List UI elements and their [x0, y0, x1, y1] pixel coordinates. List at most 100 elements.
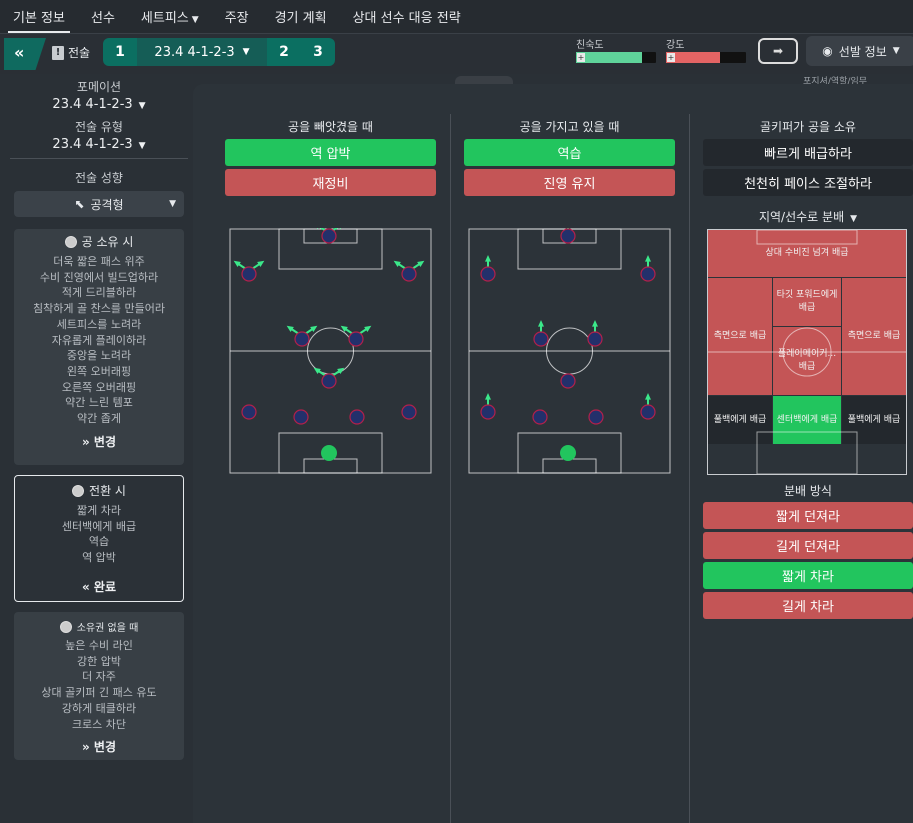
- distribution-method-title: 분배 방식: [784, 484, 832, 498]
- tab-basic-info[interactable]: 기본 정보: [0, 0, 78, 33]
- instruction-item: 역 압박: [82, 551, 116, 565]
- short-throw-button[interactable]: 짧게 던져라: [703, 502, 913, 529]
- instruction-item: 강한 압박: [77, 654, 121, 668]
- player-marker: [241, 266, 257, 282]
- in-transition-done-button[interactable]: « 완료: [15, 578, 183, 595]
- out-of-possession-change-button[interactable]: » 변경: [14, 738, 184, 755]
- tactic-slots: 1 23.4 4-1-2-3 ▼ 2 3: [103, 38, 335, 66]
- instruction-item: 크로스 차단: [71, 717, 127, 731]
- tactic-slot-1[interactable]: 1: [103, 38, 137, 66]
- chevron-down-icon: ▼: [138, 101, 146, 111]
- player-marker: [348, 331, 364, 347]
- bottom-goal-box: [303, 458, 358, 474]
- instruction-item: 오른쪽 오버래핑: [61, 380, 137, 394]
- instruction-item: 적게 드리블하라: [61, 286, 137, 300]
- zone-flank-right[interactable]: 측면으로 배급: [842, 278, 906, 395]
- counter-press-button[interactable]: 역 압박: [225, 139, 436, 166]
- tab-players[interactable]: 선수: [78, 0, 128, 33]
- bottom-goal-box: [542, 458, 597, 474]
- familiarity-bar: +: [576, 52, 656, 63]
- formation-label: 포메이션: [76, 80, 122, 94]
- intensity-bar: +: [666, 52, 746, 63]
- double-chevron-right-icon: »: [81, 740, 90, 755]
- zone-playmaker[interactable]: 플레이메이커... 배급: [773, 327, 841, 395]
- arrow-head: [592, 320, 598, 327]
- hold-shape-button[interactable]: 진영 유지: [464, 169, 675, 196]
- distribution-pitch: 상대 수비진 넘겨 배급 측면으로 배급 타깃 포워드에게 배급 플레이메이커.…: [707, 229, 907, 475]
- instruction-item: 왼쪽 오버래핑: [66, 364, 132, 378]
- chevron-down-icon: ▼: [850, 214, 858, 224]
- instruction-item: 약간 느린 템포: [65, 396, 133, 410]
- familiarity-fill: [576, 52, 642, 63]
- chevron-down-icon: ▼: [138, 141, 146, 151]
- arrow-head: [645, 255, 651, 262]
- tactics-sidebar: 포메이션 23.4 4-1-2-3 ▼ 전술 유형 23.4 4-1-2-3 ▼ 전…: [8, 74, 190, 823]
- tab-set-pieces[interactable]: 세트피스 ▼: [128, 0, 212, 33]
- player-marker: [480, 404, 496, 420]
- tactic-slot-3[interactable]: 3: [301, 38, 335, 66]
- chevron-down-icon: ▼: [242, 47, 250, 57]
- player-marker: [532, 409, 548, 425]
- collapse-button[interactable]: «: [4, 38, 46, 70]
- formation-select[interactable]: 23.4 4-1-2-3 ▼: [8, 97, 190, 112]
- tactic-slot-name[interactable]: 23.4 4-1-2-3 ▼: [137, 38, 267, 66]
- arrow-up-left-icon: ⬉: [74, 197, 85, 211]
- chevron-down-icon: ▼: [191, 15, 199, 25]
- out-of-possession-list: 높은 수비 라인 강한 압박 더 자주 상대 골키퍼 긴 패스 유도 강하게 태클하라 크…: [14, 638, 184, 732]
- zone-over-defense[interactable]: 상대 수비진 넘겨 배급: [708, 230, 906, 277]
- instruction-item: 상대 골키퍼 긴 패스 유도: [41, 686, 157, 700]
- instruction-item: 더욱 짧은 패스 위주: [53, 255, 145, 268]
- double-chevron-left-icon: «: [14, 43, 25, 62]
- instruction-item: 세트피스를 노려라: [56, 317, 142, 331]
- player-marker: [560, 228, 576, 244]
- tab-opposition[interactable]: 상대 선수 대응 전략: [340, 0, 474, 33]
- zone-fullback-left[interactable]: 풀백에게 배급: [708, 396, 772, 444]
- distribution-method: 분배 방식 짧게 던져라 길게 던져라 짧게 차라 길게 차라: [703, 482, 913, 619]
- tab-match-plan[interactable]: 경기 계획: [262, 0, 340, 33]
- instruction-item: 높은 수비 라인: [65, 639, 133, 652]
- lost-ball-column: 공을 빼앗겼을 때 역 압박 재정비: [225, 84, 436, 196]
- zone-flank-left[interactable]: 측면으로 배급: [708, 278, 772, 395]
- in-possession-list: 더욱 짧은 패스 위주 수비 진영에서 빌드업하라 적게 드리블하라 침착하게 골 찬…: [14, 254, 184, 427]
- slow-pace-button[interactable]: 천천히 페이스 조절하라: [703, 169, 913, 196]
- divider: [10, 158, 188, 159]
- eye-icon: ◉: [822, 44, 833, 58]
- counter-attack-button[interactable]: 역습: [464, 139, 675, 166]
- won-ball-column: 공을 가지고 있을 때 역습 진영 유지: [464, 84, 675, 196]
- player-marker: [401, 266, 417, 282]
- no-ball-icon: [59, 620, 72, 633]
- in-possession-change-button[interactable]: » 변경: [14, 433, 184, 450]
- long-kick-button[interactable]: 길게 차라: [703, 592, 913, 619]
- tactic-slot-2[interactable]: 2: [267, 38, 301, 66]
- tactic-board-icon: !: [52, 45, 64, 60]
- instruction-item: 중앙을 노려라: [66, 349, 132, 363]
- zone-fullback-right[interactable]: 풀백에게 배급: [842, 396, 906, 444]
- instruction-item: 약간 좁게: [77, 412, 121, 426]
- arrow-head: [645, 393, 651, 400]
- tab-captain[interactable]: 주장: [212, 0, 262, 33]
- tactic-type-select[interactable]: 23.4 4-1-2-3 ▼: [8, 137, 190, 152]
- player-marker: [321, 228, 337, 244]
- lineup-info-button[interactable]: ◉ 선발 정보 ▼: [806, 36, 913, 66]
- share-button[interactable]: ➡: [758, 38, 798, 64]
- tactic-type-label: 전술 유형: [75, 120, 123, 134]
- in-transition-list: 짧게 차라 센터백에게 배급 역습 역 압박: [15, 503, 183, 566]
- distribute-quickly-button[interactable]: 빠르게 배급하라: [703, 139, 913, 166]
- player-marker: [533, 331, 549, 347]
- tactics-toolbar: « ! 전술 1 23.4 4-1-2-3 ▼ 2 3 친숙도 + 강도 + ➡ …: [0, 34, 913, 87]
- zone-centre-back[interactable]: 센터백에게 배급: [773, 396, 841, 444]
- intensity-icon: +: [667, 53, 675, 62]
- distribution-dropdown[interactable]: 지역/선수로 분배 ▼: [703, 208, 913, 225]
- long-throw-button[interactable]: 길게 던져라: [703, 532, 913, 559]
- mentality-select[interactable]: ⬉ 공격형 ▼: [14, 191, 184, 217]
- short-kick-button[interactable]: 짧게 차라: [703, 562, 913, 589]
- intensity-meter: 강도 +: [666, 36, 746, 63]
- transition-panel: 공을 빼앗겼을 때 역 압박 재정비 공을 가지고 있을 때 역습 진영 유지 …: [193, 84, 913, 823]
- zone-target-forward[interactable]: 타깃 포워드에게 배급: [773, 278, 841, 326]
- double-chevron-right-icon: »: [81, 434, 90, 449]
- arrow-head: [538, 320, 544, 327]
- gk-column: 골키퍼가 공을 소유 빠르게 배급하라 천천히 페이스 조절하라 지역/선수로 …: [703, 84, 913, 225]
- player-marker: [241, 404, 257, 420]
- regroup-button[interactable]: 재정비: [225, 169, 436, 196]
- player-marker: [640, 266, 656, 282]
